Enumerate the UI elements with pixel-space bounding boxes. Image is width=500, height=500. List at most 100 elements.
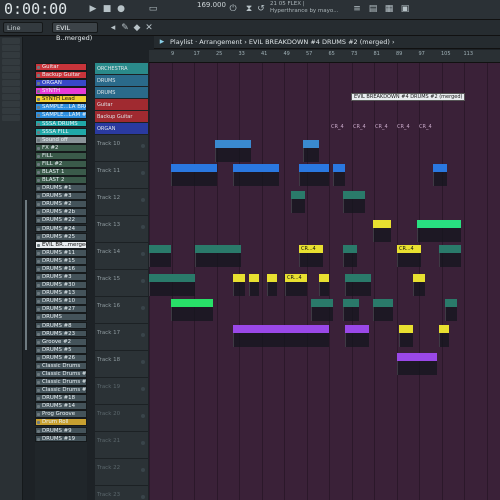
- track-header-mini[interactable]: ORCHESTRA: [95, 63, 148, 75]
- pattern-selector[interactable]: EVIL B..merged): [52, 22, 98, 42]
- piano-roll-icon[interactable]: ▤: [368, 4, 378, 14]
- track-header-mini[interactable]: DRUMS: [95, 87, 148, 99]
- track-mute-icon[interactable]: [141, 360, 145, 364]
- pattern-clip[interactable]: [311, 299, 333, 307]
- pattern-clip[interactable]: [303, 140, 319, 148]
- pattern-clip[interactable]: [345, 325, 369, 333]
- channel-button[interactable]: Prog Groove: [35, 410, 87, 419]
- channel-button[interactable]: DRUMS #3: [35, 273, 87, 281]
- channel-button[interactable]: DRUMS: [35, 313, 87, 322]
- snap-selector[interactable]: Line: [3, 22, 43, 33]
- arrow-left-icon[interactable]: ◂: [108, 23, 118, 33]
- pattern-clip[interactable]: [249, 274, 259, 282]
- track-mute-icon[interactable]: [141, 198, 145, 202]
- channel-button[interactable]: SYNTH Lead: [35, 95, 87, 104]
- track-header-mini[interactable]: Guitar: [95, 99, 148, 111]
- channel-button[interactable]: SYNTH: [35, 87, 87, 96]
- pattern-clip[interactable]: [215, 140, 251, 148]
- countdown-icon[interactable]: ↺: [256, 4, 266, 14]
- record-icon[interactable]: ●: [116, 4, 126, 14]
- track-header[interactable]: Track 16: [95, 297, 148, 324]
- playlist-grid[interactable]: EVIL BREAKDOWN #4 DRUMS #2 (merged) CR_4 C…: [149, 63, 500, 500]
- pattern-clip[interactable]: [373, 220, 391, 228]
- pattern-clip[interactable]: [233, 164, 279, 172]
- pattern-clip[interactable]: [343, 245, 357, 253]
- pattern-clip[interactable]: CR...4: [285, 274, 307, 282]
- track-header[interactable]: Track 22: [95, 459, 148, 486]
- pattern-clip[interactable]: [171, 299, 213, 307]
- channel-button[interactable]: FILL: [35, 151, 87, 160]
- channel-button[interactable]: DRUMS #13: [35, 289, 87, 298]
- metronome-icon[interactable]: ⏻: [228, 4, 238, 14]
- browser-icon[interactable]: ▣: [400, 4, 410, 14]
- channel-button[interactable]: Sound off: [35, 135, 87, 144]
- pattern-clip[interactable]: [445, 299, 457, 307]
- track-header[interactable]: Track 20: [95, 405, 148, 432]
- pattern-clip[interactable]: [399, 325, 413, 333]
- pattern-clip[interactable]: [417, 220, 461, 228]
- channel-rack-icon[interactable]: ▦: [384, 4, 394, 14]
- track-mute-icon[interactable]: [141, 441, 145, 445]
- pattern-clip[interactable]: [171, 164, 217, 172]
- pattern-clip[interactable]: [439, 325, 449, 333]
- pattern-clip[interactable]: [319, 274, 329, 282]
- channel-button[interactable]: DRUMS #10: [35, 297, 87, 306]
- pattern-clip[interactable]: [343, 191, 365, 199]
- channel-button[interactable]: DRUMS #14: [35, 402, 87, 411]
- track-mute-icon[interactable]: [141, 225, 145, 229]
- track-header[interactable]: Track 13: [95, 216, 148, 243]
- channel-button[interactable]: DRUMS #26: [35, 353, 87, 362]
- channel-button[interactable]: DRUMS #8: [35, 321, 87, 330]
- channel-button[interactable]: DRUMS #11: [35, 248, 87, 257]
- pattern-clip[interactable]: [397, 353, 437, 361]
- pattern-clip[interactable]: [291, 191, 305, 199]
- track-header[interactable]: Track 19: [95, 378, 148, 405]
- channel-button[interactable]: DRUMS #9: [35, 426, 87, 435]
- channel-button[interactable]: DRUMS #5: [35, 345, 87, 354]
- channel-button[interactable]: DRUMS #15: [35, 256, 87, 265]
- browser-scrollbar[interactable]: [25, 200, 27, 350]
- pattern-clip[interactable]: CR...4: [397, 245, 421, 253]
- channel-button[interactable]: Classic Drums #4: [35, 369, 87, 378]
- channel-button[interactable]: Guitar: [35, 63, 87, 71]
- channel-button[interactable]: SAMPLE...LA BRAMS: [35, 103, 87, 112]
- channel-button[interactable]: SSSA FILL: [35, 127, 87, 136]
- track-header[interactable]: Track 10: [95, 135, 148, 162]
- pattern-clip[interactable]: [333, 164, 345, 172]
- pattern-clip[interactable]: [149, 274, 195, 282]
- track-header[interactable]: Track 11: [95, 162, 148, 189]
- channel-button[interactable]: FX #2: [35, 143, 87, 152]
- pattern-clip[interactable]: [345, 274, 371, 282]
- pattern-clip[interactable]: [149, 245, 171, 253]
- pattern-clip[interactable]: [299, 164, 329, 172]
- wait-icon[interactable]: ⧗: [244, 4, 254, 14]
- channel-button[interactable]: Classic Drums: [35, 361, 87, 370]
- track-header[interactable]: Track 14: [95, 243, 148, 270]
- track-header[interactable]: Track 23: [95, 486, 148, 500]
- track-header[interactable]: Track 18: [95, 351, 148, 378]
- track-mute-icon[interactable]: [141, 468, 145, 472]
- track-mute-icon[interactable]: [141, 144, 145, 148]
- mixer-icon[interactable]: ≡: [352, 4, 362, 14]
- channel-button[interactable]: Groove #2: [35, 337, 87, 346]
- track-mute-icon[interactable]: [141, 414, 145, 418]
- pattern-song-toggle-icon[interactable]: ▭: [148, 4, 158, 14]
- pencil-icon[interactable]: ✎: [120, 23, 130, 33]
- pattern-clip[interactable]: [343, 299, 359, 307]
- channel-button[interactable]: Classic Drums #3: [35, 386, 87, 395]
- channel-button[interactable]: DRUMS #25: [35, 232, 87, 241]
- pattern-clip[interactable]: [373, 299, 393, 307]
- pattern-clip[interactable]: [195, 245, 241, 253]
- track-header[interactable]: Track 21: [95, 432, 148, 459]
- stop-icon[interactable]: ■: [102, 4, 112, 14]
- track-mute-icon[interactable]: [141, 333, 145, 337]
- track-mute-icon[interactable]: [141, 279, 145, 283]
- channel-button[interactable]: ORGAN: [35, 79, 87, 88]
- channel-button[interactable]: BLAST 2: [35, 176, 87, 184]
- channel-button[interactable]: DRUMS #23: [35, 329, 87, 338]
- track-mute-icon[interactable]: [141, 171, 145, 175]
- channel-button[interactable]: DRUMS #19: [35, 434, 87, 443]
- song-time-display[interactable]: 0:00:00: [4, 0, 67, 18]
- pattern-clip[interactable]: [233, 325, 329, 333]
- pattern-clip[interactable]: [413, 274, 425, 282]
